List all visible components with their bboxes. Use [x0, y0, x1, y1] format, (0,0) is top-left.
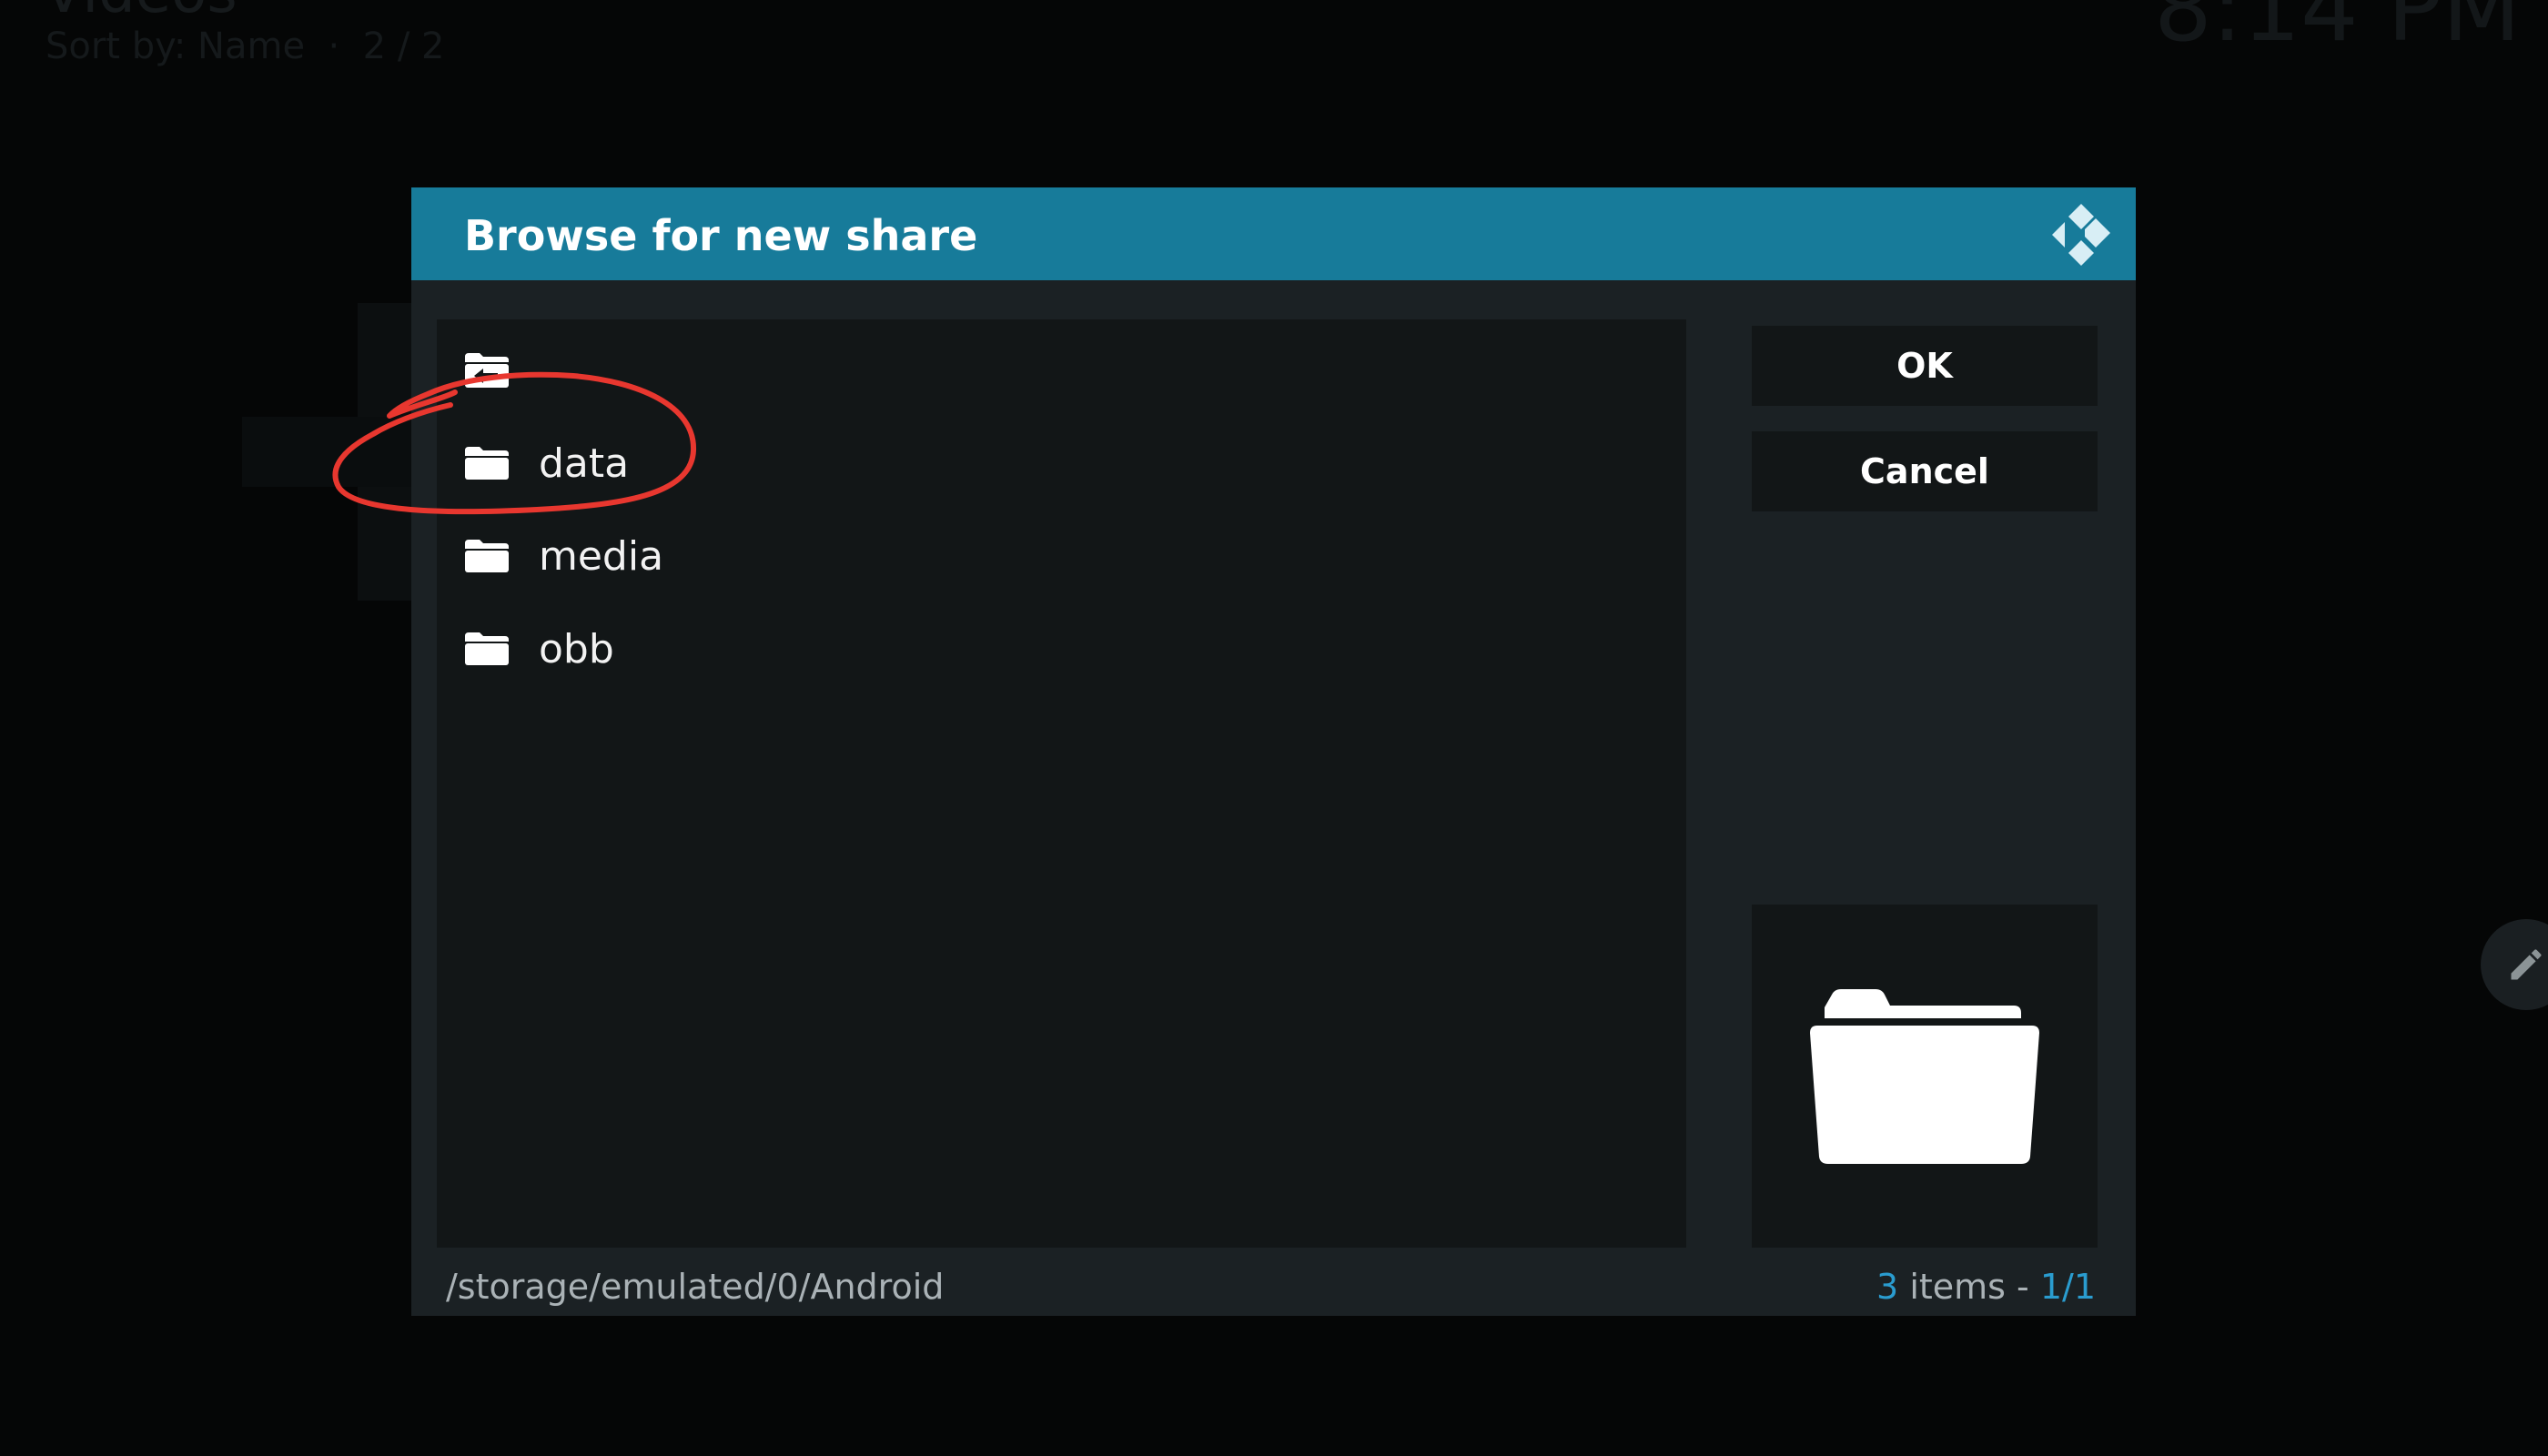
- folder-icon: [462, 629, 511, 669]
- background-sort-separator: ·: [328, 25, 340, 67]
- background-clock: 8:14 PM: [2154, 0, 2521, 62]
- cancel-button[interactable]: Cancel: [1752, 431, 2098, 511]
- browse-share-dialog: Browse for new share data media obb OK C…: [411, 187, 2136, 1316]
- item-count: 3 items - 1/1: [1876, 1267, 2096, 1307]
- dialog-header: Browse for new share: [411, 187, 2136, 280]
- list-item-label: media: [539, 532, 664, 580]
- folder-icon: [462, 536, 511, 576]
- folder-icon: [1810, 988, 2039, 1164]
- background-sort-label: Sort by: Name: [46, 25, 306, 67]
- list-item-label: obb: [539, 625, 614, 672]
- preview-thumbnail: [1752, 905, 2098, 1248]
- page-indicator: 1/1: [2039, 1267, 2096, 1307]
- list-item-obb[interactable]: obb: [437, 605, 1686, 693]
- list-item-data[interactable]: data: [437, 420, 1686, 507]
- background-page-indicator: 2 / 2: [362, 25, 445, 67]
- current-path: /storage/emulated/0/Android: [446, 1267, 945, 1307]
- background-window-title: Videos: [44, 0, 238, 22]
- background-sort-info: Sort by: Name · 2 / 2: [46, 25, 444, 67]
- list-item-label: data: [539, 440, 630, 487]
- list-item-parent-folder[interactable]: [437, 327, 1686, 414]
- file-list: data media obb: [437, 319, 1686, 1248]
- item-count-label: items -: [1898, 1267, 2040, 1307]
- background-panel-tab: [242, 417, 424, 487]
- pencil-icon: [2511, 949, 2542, 980]
- folder-back-icon: [462, 350, 511, 390]
- kodi-logo-icon: [2052, 204, 2110, 266]
- list-item-media[interactable]: media: [437, 512, 1686, 600]
- folder-icon: [462, 443, 511, 483]
- edit-button[interactable]: [2481, 919, 2548, 1010]
- ok-button[interactable]: OK: [1752, 326, 2098, 406]
- dialog-title: Browse for new share: [464, 211, 978, 260]
- item-count-number: 3: [1876, 1267, 1899, 1307]
